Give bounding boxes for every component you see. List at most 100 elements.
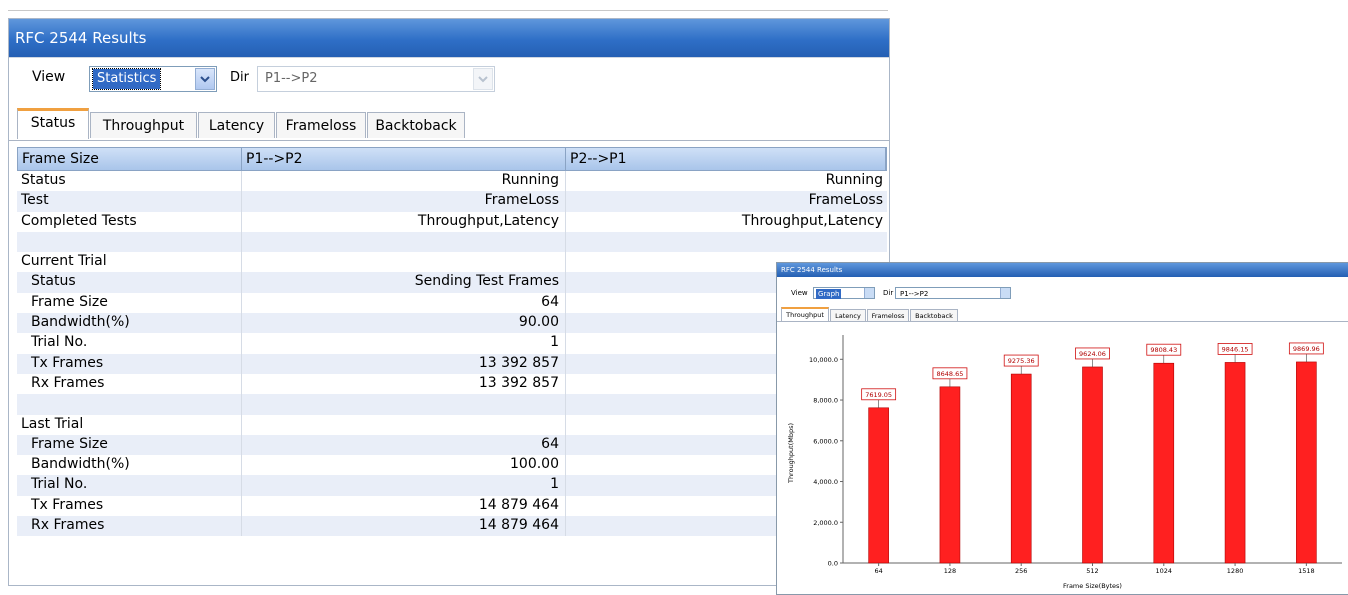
tab-status[interactable]: Status (17, 108, 89, 139)
dir-select[interactable]: P1-->P2 (257, 66, 495, 92)
chevron-down-icon[interactable] (864, 288, 874, 298)
column-divider (241, 516, 242, 537)
y-tick-label: 10,000.0 (809, 356, 838, 364)
bar-value-label: 9808.43 (1150, 346, 1177, 354)
column-divider (241, 333, 242, 354)
column-divider (565, 272, 566, 293)
chevron-down-icon[interactable] (473, 68, 493, 90)
y-tick-label: 4,000.0 (813, 478, 838, 486)
y-tick-label: 8,000.0 (813, 397, 838, 405)
view-row: View Statistics Dir P1-->P2 (9, 57, 889, 100)
graph-tab-backtoback[interactable]: Backtoback (910, 309, 958, 321)
column-divider (565, 475, 566, 496)
graph-dir-select[interactable]: P1-->P2 (895, 287, 1011, 299)
column-divider (565, 292, 566, 314)
row-label: Status (21, 172, 66, 188)
bar (1296, 361, 1317, 564)
chevron-down-icon[interactable] (195, 68, 215, 90)
column-divider (241, 373, 242, 395)
y-tick-label: 2,000.0 (813, 519, 838, 527)
bar (1224, 362, 1246, 564)
bar-value-label: 7619.05 (865, 391, 892, 399)
tab-divider (9, 140, 889, 141)
graph-tab-latency[interactable]: Latency (830, 309, 866, 321)
column-header-p2-p1[interactable]: P2-->P1 (566, 148, 886, 170)
column-divider (565, 353, 566, 374)
tab-throughput[interactable]: Throughput (90, 112, 197, 138)
column-divider (565, 455, 566, 476)
row-label: Tx Frames (31, 354, 104, 371)
p1-p2-value: 1 (550, 476, 559, 493)
x-tick-label: 128 (944, 567, 956, 575)
y-tick-label: 0.0 (828, 560, 838, 568)
table-row: Bandwidth(%) 90.00 (17, 313, 887, 334)
bar (1153, 362, 1175, 564)
row-label: Test (21, 192, 49, 209)
p1-p2-value: Throughput,Latency (417, 212, 559, 229)
table-row: Frame Size 64 (17, 292, 887, 314)
p1-p2-value: 64 (541, 293, 559, 310)
column-divider (241, 231, 242, 253)
graph-view-select[interactable]: Graph (813, 287, 875, 299)
column-header-p1-p2[interactable]: P1-->P2 (242, 148, 566, 170)
rfc2544-results-panel: RFC 2544 Results View Statistics Dir P1-… (8, 18, 890, 586)
bar (1010, 373, 1032, 564)
y-tick-label: 6,000.0 (813, 437, 838, 445)
results-table: Frame Size P1-->P2 P2-->P1 Status Running… (17, 147, 887, 537)
column-divider (565, 313, 566, 334)
column-divider (565, 252, 566, 273)
throughput-bar-chart: 0.0 2,000.0 4,000.0 6,000.0 8,000.0 10,000.0 7… (787, 335, 1342, 590)
table-row: Bandwidth(%) 100.00 (17, 455, 887, 476)
y-axis-title: Throughput(Mbps) (787, 423, 795, 484)
column-divider (565, 373, 566, 395)
row-label: Frame Size (31, 293, 108, 310)
table-row: Completed Tests Throughput,Latency Through… (17, 211, 887, 232)
graph-window-title: RFC 2544 Results (777, 263, 1348, 277)
graph-tab-throughput[interactable]: Throughput (781, 307, 829, 321)
bar (868, 407, 889, 564)
dir-select-value: P1-->P2 (265, 71, 318, 86)
row-label: Rx Frames (31, 517, 105, 534)
column-header-frame-size[interactable]: Frame Size (18, 148, 242, 170)
column-divider (565, 171, 566, 192)
p1-p2-value: 100.00 (510, 456, 559, 473)
bar (939, 386, 961, 564)
p1-p2-value: 13 392 857 (478, 374, 559, 391)
column-divider (565, 516, 566, 537)
x-tick-label: 512 (1086, 567, 1098, 575)
graph-tab-frameloss[interactable]: Frameloss (867, 309, 909, 321)
table-row: Last Trial (17, 414, 887, 435)
x-axis-title: Frame Size(Bytes) (1063, 582, 1122, 590)
column-divider (241, 191, 242, 212)
column-divider (241, 313, 242, 334)
row-label: Trial No. (31, 476, 88, 493)
column-divider (565, 414, 566, 435)
chevron-down-icon[interactable] (1000, 288, 1010, 298)
tab-backtoback[interactable]: Backtoback (367, 112, 465, 138)
table-row (17, 231, 887, 253)
bar-value-label: 8648.65 (936, 370, 963, 378)
table-row: Rx Frames 13 392 857 (17, 373, 887, 395)
column-divider (241, 171, 242, 192)
tab-frameloss[interactable]: Frameloss (276, 112, 366, 138)
p1-p2-value: 14 879 464 (478, 517, 559, 534)
column-divider (241, 272, 242, 293)
tab-latency[interactable]: Latency (198, 112, 275, 138)
p1-p2-value: 14 879 464 (478, 496, 559, 513)
column-divider (241, 292, 242, 314)
row-label: Status (31, 273, 76, 290)
column-divider (241, 455, 242, 476)
row-label: Current Trial (21, 253, 107, 270)
view-select[interactable]: Statistics (89, 66, 217, 92)
p1-p2-value: Running (501, 172, 559, 188)
view-select-value: Statistics (91, 68, 162, 90)
graph-dir-label: Dir (883, 289, 894, 297)
table-row: Tx Frames 13 392 857 (17, 353, 887, 374)
bar (1082, 366, 1103, 564)
graph-dir-select-value: P1-->P2 (900, 290, 929, 298)
table-header: Frame Size P1-->P2 P2-->P1 (17, 147, 887, 171)
row-label: Bandwidth(%) (31, 456, 130, 473)
column-divider (241, 434, 242, 456)
panel-title: RFC 2544 Results (9, 19, 889, 57)
column-divider (241, 211, 242, 232)
